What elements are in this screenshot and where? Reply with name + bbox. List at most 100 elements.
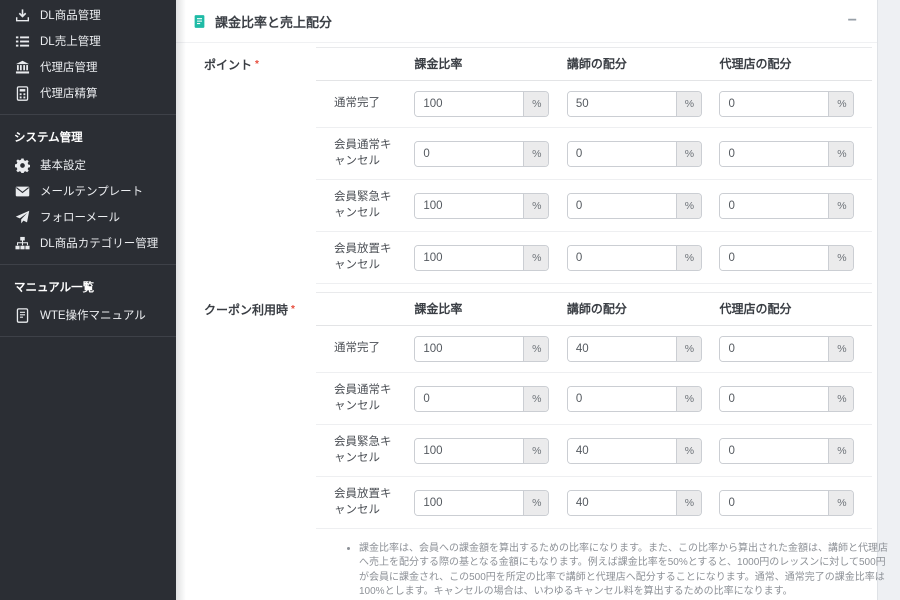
- note-item: 課金比率は、会員への課金額を算出するための比率になります。また、この比率から算出…: [359, 542, 892, 599]
- percent-addon: %: [676, 92, 702, 116]
- column-header-instructor-share: 講師の配分: [567, 48, 720, 81]
- percent-addon: %: [676, 439, 702, 463]
- rate-input[interactable]: [720, 337, 828, 361]
- table-row: 会員緊急キャンセル % % %: [316, 180, 872, 232]
- table-header-row: 課金比率 講師の配分 代理店の配分: [316, 48, 872, 81]
- panel-header: 課金比率と売上配分 −: [176, 0, 877, 43]
- percent-addon: %: [828, 491, 854, 515]
- section-label: クーポン利用時*: [204, 292, 316, 529]
- sidebar-divider: [0, 336, 176, 337]
- rate-input[interactable]: [720, 387, 828, 411]
- rate-input-group: %: [567, 245, 702, 271]
- rate-input[interactable]: [568, 439, 676, 463]
- row-label: 会員通常キャンセル: [316, 128, 414, 180]
- rate-input-group: %: [567, 490, 702, 516]
- table-row: 会員通常キャンセル % % %: [316, 128, 872, 180]
- rate-input[interactable]: [720, 92, 828, 116]
- rate-input[interactable]: [720, 246, 828, 270]
- table-row: 会員通常キャンセル % % %: [316, 373, 872, 425]
- section-label: ポイント*: [204, 47, 316, 284]
- rate-input[interactable]: [720, 491, 828, 515]
- table-header-row: 課金比率 講師の配分 代理店の配分: [316, 293, 872, 326]
- sidebar-item-label: WTE操作マニュアル: [40, 307, 146, 323]
- rate-input-group: %: [567, 193, 702, 219]
- rate-input-group: %: [567, 336, 702, 362]
- collapse-panel-button[interactable]: −: [844, 11, 861, 31]
- calculator-icon: [14, 86, 30, 101]
- percent-addon: %: [828, 92, 854, 116]
- table-row: 会員放置キャンセル % % %: [316, 477, 872, 529]
- rate-input-group: %: [719, 193, 854, 219]
- rate-input[interactable]: [720, 439, 828, 463]
- sidebar-item-dl-product-management[interactable]: DL商品管理: [0, 2, 176, 28]
- rate-input[interactable]: [568, 194, 676, 218]
- rate-input[interactable]: [415, 387, 523, 411]
- rate-input-group: %: [414, 336, 549, 362]
- sidebar-item-dl-sales-management[interactable]: DL売上管理: [0, 28, 176, 54]
- rate-input[interactable]: [415, 439, 523, 463]
- app-window: DL商品管理 DL売上管理 代理店管理 代理店精算 システム管理: [0, 0, 900, 600]
- coupon-rate-table: 課金比率 講師の配分 代理店の配分 通常完了 % % %: [316, 292, 872, 529]
- sidebar-item-label: DL商品カテゴリー管理: [40, 235, 158, 251]
- percent-addon: %: [828, 142, 854, 166]
- column-header-instructor-share: 講師の配分: [567, 293, 720, 326]
- rate-input[interactable]: [415, 142, 523, 166]
- sidebar-section-system: システム管理: [0, 123, 176, 152]
- percent-addon: %: [676, 387, 702, 411]
- rate-input-group: %: [414, 438, 549, 464]
- column-header-agency-share: 代理店の配分: [719, 48, 872, 81]
- rate-input[interactable]: [415, 491, 523, 515]
- percent-addon: %: [828, 194, 854, 218]
- rate-input[interactable]: [568, 92, 676, 116]
- sidebar-item-agency-management[interactable]: 代理店管理: [0, 54, 176, 80]
- percent-addon: %: [523, 439, 549, 463]
- rate-input-group: %: [719, 91, 854, 117]
- rate-input[interactable]: [415, 92, 523, 116]
- empty-header-cell: [316, 48, 414, 81]
- sidebar-item-basic-settings[interactable]: 基本設定: [0, 152, 176, 178]
- rate-input-group: %: [414, 490, 549, 516]
- rate-input-group: %: [567, 91, 702, 117]
- section-coupon: クーポン利用時* 課金比率 講師の配分 代理店の配分: [204, 292, 877, 529]
- rate-input[interactable]: [415, 337, 523, 361]
- percent-addon: %: [523, 194, 549, 218]
- sidebar-item-wte-manual[interactable]: WTE操作マニュアル: [0, 302, 176, 328]
- rate-input-group: %: [414, 141, 549, 167]
- rate-input-group: %: [414, 91, 549, 117]
- rate-input[interactable]: [568, 337, 676, 361]
- column-header-billing-rate: 課金比率: [414, 293, 567, 326]
- column-header-billing-rate: 課金比率: [414, 48, 567, 81]
- rate-input[interactable]: [568, 491, 676, 515]
- billing-rate-panel: 課金比率と売上配分 − ポイント* 課金比率: [176, 0, 878, 600]
- page-title: 課金比率と売上配分: [215, 12, 332, 31]
- sidebar-divider: [0, 114, 176, 115]
- sidebar-item-follow-mail[interactable]: フォローメール: [0, 204, 176, 230]
- rate-input-group: %: [414, 193, 549, 219]
- rate-input[interactable]: [720, 194, 828, 218]
- rate-input[interactable]: [415, 194, 523, 218]
- rate-input[interactable]: [720, 142, 828, 166]
- rate-input[interactable]: [568, 142, 676, 166]
- rate-input-group: %: [719, 336, 854, 362]
- rate-input[interactable]: [568, 387, 676, 411]
- manual-book-icon: [14, 308, 30, 323]
- document-icon: [192, 14, 207, 29]
- bank-icon: [14, 60, 30, 75]
- rate-input[interactable]: [415, 246, 523, 270]
- table-row: 会員緊急キャンセル % % %: [316, 425, 872, 477]
- rate-input[interactable]: [568, 246, 676, 270]
- percent-addon: %: [523, 246, 549, 270]
- percent-addon: %: [676, 246, 702, 270]
- page-scrollbar-gutter[interactable]: [878, 0, 900, 600]
- row-label: 会員放置キャンセル: [316, 477, 414, 529]
- main-content: 課金比率と売上配分 − ポイント* 課金比率: [176, 0, 900, 600]
- sidebar-item-agency-settlement[interactable]: 代理店精算: [0, 80, 176, 106]
- sidebar-item-mail-template[interactable]: メールテンプレート: [0, 178, 176, 204]
- section-points: ポイント* 課金比率 講師の配分 代理店の配分: [204, 47, 877, 284]
- sidebar-item-dl-category-management[interactable]: DL商品カテゴリー管理: [0, 230, 176, 256]
- percent-addon: %: [523, 142, 549, 166]
- paper-plane-icon: [14, 210, 30, 225]
- rate-input-group: %: [719, 490, 854, 516]
- row-label: 会員放置キャンセル: [316, 232, 414, 284]
- rate-input-group: %: [414, 386, 549, 412]
